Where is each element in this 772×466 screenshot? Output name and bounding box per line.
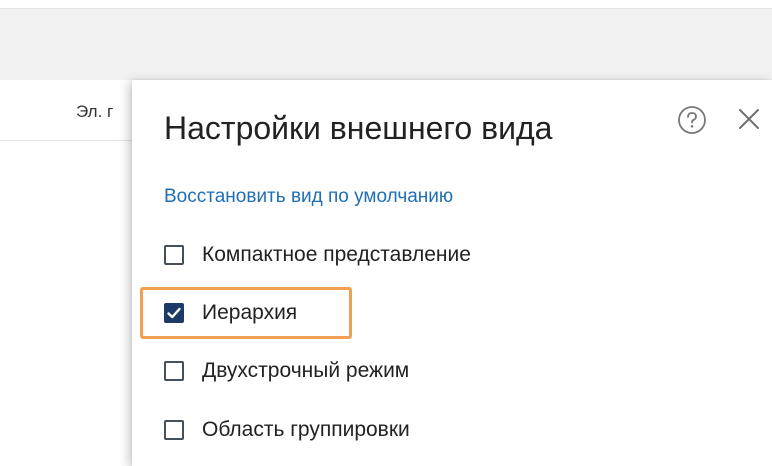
checkmark-icon (167, 307, 181, 319)
option-compact-view[interactable]: Компактное представление (164, 240, 471, 270)
grouping-area-checkbox[interactable] (164, 420, 184, 440)
two-line-mode-checkbox[interactable] (164, 361, 184, 381)
help-button[interactable] (676, 104, 708, 136)
page-background: Эл. г Настройки внешнего вида Восстанови… (0, 0, 772, 466)
option-label: Двухстрочный режим (202, 359, 410, 382)
option-two-line-mode[interactable]: Двухстрочный режим (164, 356, 409, 386)
close-icon (739, 109, 759, 129)
restore-default-view-link[interactable]: Восстановить вид по умолчанию (164, 186, 453, 208)
option-label: Иерархия (202, 301, 298, 324)
option-hierarchy[interactable]: Иерархия (164, 298, 297, 328)
compact-view-checkbox[interactable] (164, 245, 184, 265)
hierarchy-checkbox[interactable] (164, 303, 184, 323)
option-label: Область группировки (202, 418, 410, 441)
close-button[interactable] (732, 102, 766, 136)
column-header-label[interactable]: Эл. г (76, 102, 113, 122)
question-circle-icon (678, 106, 706, 134)
dialog-title: Настройки внешнего вида (164, 110, 553, 146)
option-label: Компактное представление (202, 243, 471, 266)
appearance-settings-dialog: Настройки внешнего вида Восстановить вид… (132, 80, 772, 466)
option-grouping-area[interactable]: Область группировки (164, 415, 410, 445)
top-toolbar-area (0, 8, 772, 81)
